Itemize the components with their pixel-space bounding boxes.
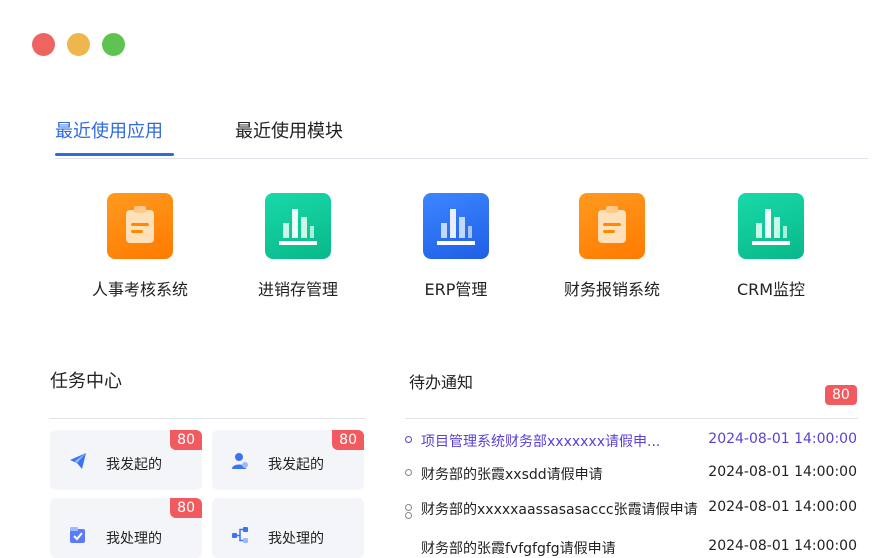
app-label: ERP管理 [424,280,488,299]
task-card-initiated[interactable]: 我发起的 80 [50,430,202,490]
task-card-handled-2[interactable]: 我处理的 [212,498,364,558]
maximize-window-button[interactable] [102,33,125,56]
task-center-divider [49,418,365,419]
app-label: 财务报销系统 [563,280,660,299]
notice-time: 2024-08-01 14:00:00 [708,499,857,515]
notice-time: 2024-08-01 14:00:00 [708,431,857,447]
notice-item[interactable]: 财务部的张霞xxsdd请假申请 2024-08-01 14:00:00 [405,464,857,484]
notices-divider [405,418,858,419]
task-card-label: 我处理的 [268,531,324,547]
app-label: 进销存管理 [257,280,338,299]
recent-tabs: 最近使用应用 最近使用模块 [55,112,868,159]
task-card-initiated-2[interactable]: 我发起的 80 [212,430,364,490]
bar-chart-icon [423,193,489,259]
notice-text: 财务部的xxxxxaassasasaccc张霞请假申请 [421,502,698,518]
task-card-label: 我处理的 [106,531,162,547]
app-finance-reimbursement[interactable]: 财务报销系统 [537,193,687,300]
app-inventory[interactable]: 进销存管理 [223,193,373,300]
app-hr-assessment[interactable]: 人事考核系统 [65,193,215,300]
bullet-icon [405,512,412,519]
notice-text: 项目管理系统财务部xxxxxxx请假申... [421,434,661,450]
task-card-label: 我发起的 [106,457,162,473]
user-icon [232,453,248,469]
bullet-icon [405,504,412,511]
tab-recent-apps[interactable]: 最近使用应用 [55,117,163,143]
task-count-badge: 80 [170,498,202,518]
close-window-button[interactable] [32,33,55,56]
task-card-label: 我发起的 [268,457,324,473]
app-erp[interactable]: ERP管理 [381,193,531,300]
app-crm-monitor[interactable]: CRM监控 [696,193,846,300]
notices-title: 待办通知 [409,373,474,392]
notice-item[interactable]: 财务部的xxxxxaassasasaccc张霞请假申请 2024-08-01 1… [405,499,857,523]
notice-time: 2024-08-01 14:00:00 [708,538,857,554]
notices-count-badge: 80 [825,385,857,405]
notice-text: 财务部的张霞fvfgfgfg请假申请 [421,541,616,557]
notice-time: 2024-08-01 14:00:00 [708,464,857,480]
task-center-title: 任务中心 [50,371,122,392]
bar-chart-icon [738,193,804,259]
task-count-badge: 80 [332,430,364,450]
active-tab-indicator [55,153,174,156]
window-controls [32,33,125,56]
bar-chart-icon [265,193,331,259]
bullet-icon [405,469,412,476]
paper-plane-icon [70,453,86,469]
notice-item[interactable]: 财务部的张霞fvfgfgfg请假申请 2024-08-01 14:00:00 [405,538,857,558]
app-label: CRM监控 [736,280,806,299]
checkbox-icon [70,527,85,543]
app-label: 人事考核系统 [91,280,188,299]
tab-recent-modules[interactable]: 最近使用模块 [235,117,343,143]
task-card-handled[interactable]: 我处理的 80 [50,498,202,558]
clipboard-icon [107,193,173,259]
bullet-icon [405,436,412,443]
minimize-window-button[interactable] [67,33,90,56]
notice-item[interactable]: 项目管理系统财务部xxxxxxx请假申... 2024-08-01 14:00:… [405,431,857,451]
share-icon [232,527,248,543]
task-count-badge: 80 [170,430,202,450]
clipboard-icon [579,193,645,259]
notice-text: 财务部的张霞xxsdd请假申请 [421,467,603,483]
